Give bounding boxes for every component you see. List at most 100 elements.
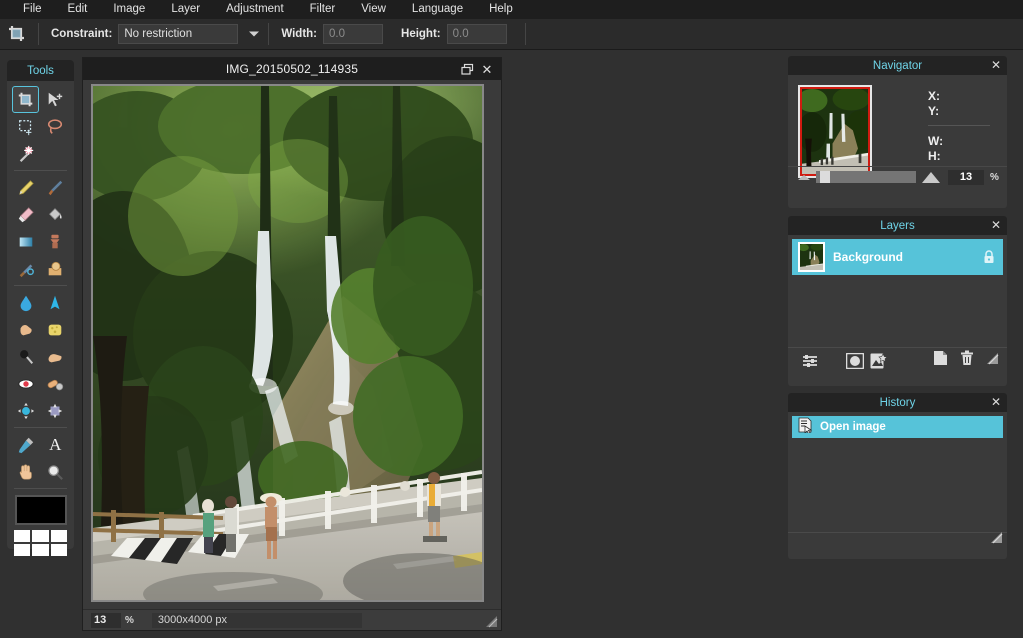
history-panel: History ✕ Open image bbox=[788, 393, 1007, 559]
width-input[interactable]: 0.0 bbox=[323, 24, 384, 44]
tool-paint-bucket[interactable] bbox=[42, 201, 69, 228]
resize-grip-icon[interactable] bbox=[990, 531, 1003, 549]
tool-lasso-select[interactable] bbox=[42, 113, 69, 140]
tool-sharpen[interactable] bbox=[42, 289, 69, 316]
tool-magic-wand[interactable] bbox=[12, 140, 39, 167]
palette-swatch-6[interactable] bbox=[50, 544, 68, 556]
palette-swatch-5[interactable] bbox=[32, 544, 49, 556]
menu-item-language[interactable]: Language bbox=[399, 0, 476, 19]
trash-icon[interactable] bbox=[960, 350, 974, 371]
tool-zoom[interactable] bbox=[42, 458, 69, 485]
zoom-slider-handle[interactable] bbox=[820, 171, 830, 183]
layers-title: Layers bbox=[880, 219, 915, 232]
menu-item-view[interactable]: View bbox=[348, 0, 399, 19]
navigator-thumbnail[interactable] bbox=[800, 87, 870, 176]
resize-grip-icon[interactable] bbox=[986, 352, 999, 370]
constraint-select[interactable]: No restriction bbox=[118, 24, 260, 44]
navigator-thumbnail-frame bbox=[798, 85, 872, 178]
navigator-zoom-input[interactable]: 13 bbox=[948, 169, 984, 185]
tool-clone-stamp[interactable] bbox=[42, 228, 69, 255]
adjustments-sliders-icon[interactable] bbox=[802, 353, 818, 369]
menu-item-help[interactable]: Help bbox=[476, 0, 526, 19]
options-divider-2 bbox=[268, 23, 270, 45]
layer-name: Background bbox=[833, 250, 904, 264]
tool-move[interactable] bbox=[42, 86, 69, 113]
menu-item-edit[interactable]: Edit bbox=[55, 0, 101, 19]
history-list: Open image bbox=[788, 412, 1007, 532]
height-input[interactable]: 0.0 bbox=[446, 24, 507, 44]
history-header[interactable]: History ✕ bbox=[788, 393, 1007, 412]
tool-crop[interactable] bbox=[12, 86, 40, 113]
tool-shape[interactable] bbox=[42, 255, 69, 282]
chevron-down-icon[interactable] bbox=[249, 31, 260, 37]
menu-item-image[interactable]: Image bbox=[100, 0, 158, 19]
tools-panel-title: Tools bbox=[7, 60, 74, 81]
tool-eyedropper[interactable] bbox=[12, 431, 39, 458]
zoom-out-triangle-icon[interactable] bbox=[798, 174, 810, 180]
close-icon[interactable]: ✕ bbox=[991, 395, 1001, 409]
navigator-zoom-unit: % bbox=[990, 171, 999, 183]
navigator-x-label: X: bbox=[928, 89, 940, 103]
tool-rectangle-select[interactable] bbox=[12, 113, 39, 140]
tool-paintbrush[interactable] bbox=[42, 174, 69, 201]
close-icon[interactable]: ✕ bbox=[991, 218, 1001, 232]
layers-panel: Layers ✕ Background bbox=[788, 216, 1007, 386]
resize-grip-icon[interactable] bbox=[485, 615, 498, 628]
menu-item-file[interactable]: File bbox=[10, 0, 55, 19]
navigator-y-label: Y: bbox=[928, 104, 940, 118]
palette-swatch-2[interactable] bbox=[32, 530, 49, 542]
palette-swatch-3[interactable] bbox=[50, 530, 68, 542]
document-titlebar[interactable]: IMG_20150502_114935 ✕ bbox=[83, 58, 501, 80]
layer-mask-circle-icon[interactable] bbox=[846, 352, 864, 369]
tool-smudge[interactable] bbox=[12, 316, 39, 343]
navigator-divider bbox=[928, 125, 990, 126]
primary-color-swatch[interactable] bbox=[14, 495, 67, 525]
tool-detail-brush[interactable] bbox=[12, 255, 39, 282]
tool-gradient[interactable] bbox=[12, 228, 39, 255]
crop-tool-icon bbox=[0, 19, 34, 50]
tool-options-bar: Constraint: No restriction Width: 0.0 He… bbox=[0, 19, 1023, 50]
lock-icon[interactable] bbox=[983, 250, 995, 269]
tools-panel: Tools A bbox=[7, 60, 74, 556]
palette-swatch-4[interactable] bbox=[13, 544, 31, 556]
tool-dodge[interactable] bbox=[12, 343, 39, 370]
layer-effects-icon[interactable] bbox=[870, 352, 888, 369]
tool-heal[interactable] bbox=[42, 370, 69, 397]
tool-blur[interactable] bbox=[12, 289, 39, 316]
status-zoom-value[interactable]: 13 bbox=[91, 612, 121, 628]
tool-pan-hand[interactable] bbox=[12, 458, 39, 485]
document-window: IMG_20150502_114935 ✕ 13 % 3000x4000 px bbox=[82, 57, 502, 631]
tool-pencil[interactable] bbox=[12, 174, 39, 201]
status-zoom-unit: % bbox=[125, 614, 134, 626]
tool-text[interactable]: A bbox=[42, 431, 69, 458]
menu-item-layer[interactable]: Layer bbox=[158, 0, 213, 19]
tool-eraser[interactable] bbox=[12, 201, 39, 228]
menu-item-adjustment[interactable]: Adjustment bbox=[213, 0, 297, 19]
restore-window-icon[interactable] bbox=[459, 61, 475, 77]
layers-header[interactable]: Layers ✕ bbox=[788, 216, 1007, 235]
zoom-slider-track[interactable] bbox=[816, 171, 916, 183]
layer-row-background[interactable]: Background bbox=[792, 239, 1003, 275]
history-row-open-image[interactable]: Open image bbox=[792, 416, 1003, 438]
duplicate-layer-icon[interactable] bbox=[933, 350, 948, 371]
close-icon[interactable]: ✕ bbox=[991, 58, 1001, 72]
tool-pinch[interactable] bbox=[42, 397, 69, 424]
palette-swatch-1[interactable] bbox=[13, 530, 31, 542]
navigator-w-label: W: bbox=[928, 134, 944, 148]
document-status-bar: 13 % 3000x4000 px bbox=[83, 609, 501, 630]
width-label: Width: bbox=[281, 28, 318, 40]
canvas-area[interactable] bbox=[83, 80, 501, 609]
zoom-in-triangle-icon[interactable] bbox=[922, 171, 940, 183]
constraint-label: Constraint: bbox=[51, 28, 113, 40]
tool-red-eye[interactable] bbox=[12, 370, 39, 397]
navigator-header[interactable]: Navigator ✕ bbox=[788, 56, 1007, 75]
tool-sponge[interactable] bbox=[42, 316, 69, 343]
photo-waterfall[interactable] bbox=[93, 86, 482, 600]
tool-burn[interactable] bbox=[42, 343, 69, 370]
menu-item-filter[interactable]: Filter bbox=[297, 0, 349, 19]
tool-bloat[interactable] bbox=[12, 397, 39, 424]
options-divider-1 bbox=[38, 23, 39, 45]
image-frame bbox=[91, 84, 484, 602]
close-icon[interactable]: ✕ bbox=[479, 61, 495, 77]
navigator-body: X: Y: W: H: 13 % bbox=[788, 75, 1007, 187]
